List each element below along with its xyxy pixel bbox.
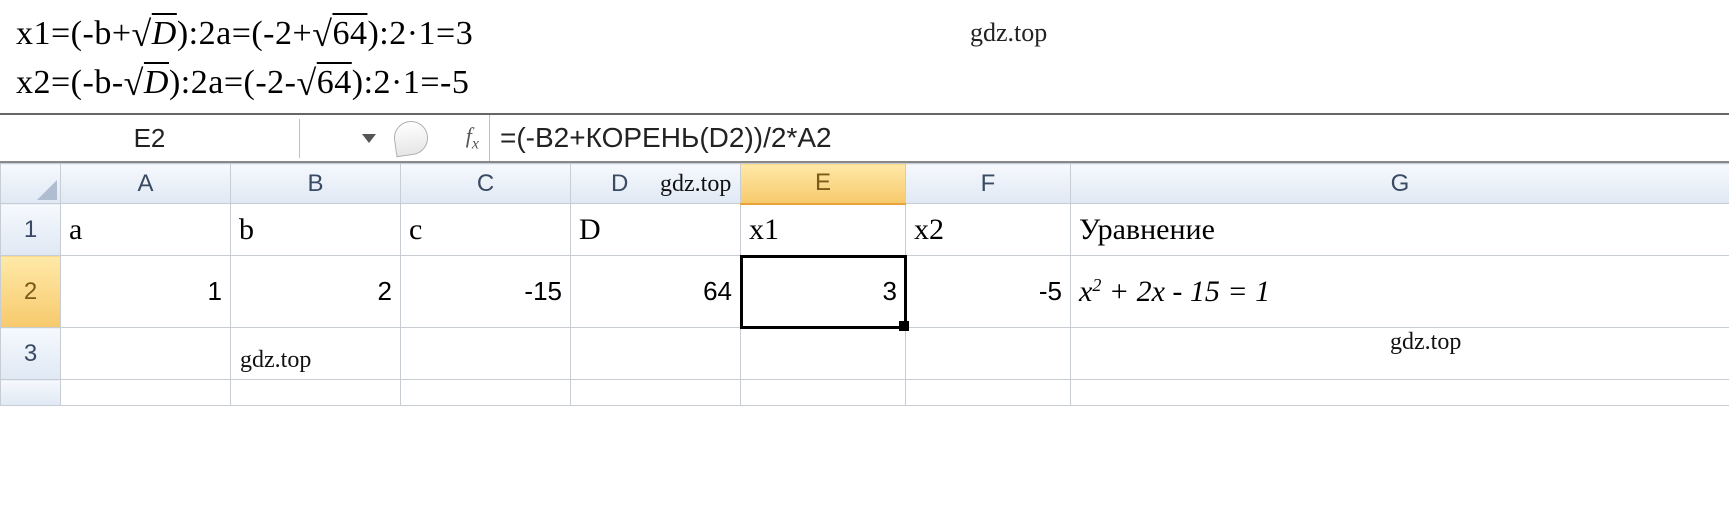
cell-c3[interactable] xyxy=(401,328,571,380)
cell-g2[interactable]: x2 + 2x - 15 = 1 xyxy=(1071,256,1729,328)
cell-c1[interactable]: c xyxy=(401,204,571,256)
cell-d4[interactable] xyxy=(571,380,741,406)
eq2-pre: x2=(-b- xyxy=(16,64,124,101)
cell-f1[interactable]: x2 xyxy=(906,204,1071,256)
cell-a4[interactable] xyxy=(61,380,231,406)
eq2-post: ):2·1=-5 xyxy=(352,64,470,101)
name-box[interactable]: E2 xyxy=(0,119,300,158)
cell-e2-selected[interactable]: 3 xyxy=(741,256,906,328)
cell-f4[interactable] xyxy=(906,380,1071,406)
equation-line-2: x2=(-b-√D):2a=(-2-√64):2·1=-5 xyxy=(16,59,1713,108)
watermark-grid-3: gdz.top xyxy=(1390,329,1461,356)
eq1-post: ):2·1=3 xyxy=(367,15,473,52)
name-box-dropdown-icon[interactable] xyxy=(362,134,376,143)
table-row xyxy=(1,380,1729,406)
col-header-a[interactable]: A xyxy=(61,164,231,204)
cell-g1[interactable]: Уравнение xyxy=(1071,204,1729,256)
cell-b1[interactable]: b xyxy=(231,204,401,256)
watermark-grid-2: gdz.top xyxy=(240,347,311,374)
formula-bar: E2 fx =(-B2+КОРЕНЬ(D2))/2*A2 xyxy=(0,115,1729,163)
col-header-g[interactable]: G xyxy=(1071,164,1729,204)
table-row: 2 1 2 -15 64 3 -5 x2 + 2x - 15 = 1 xyxy=(1,256,1729,328)
equation-block: x1=(-b+√D):2a=(-2+√64):2·1=3 x2=(-b-√D):… xyxy=(0,0,1729,111)
cell-d2[interactable]: 64 xyxy=(571,256,741,328)
cell-f3[interactable] xyxy=(906,328,1071,380)
eq-sq: 2 xyxy=(1092,275,1101,295)
equation-line-1: x1=(-b+√D):2a=(-2+√64):2·1=3 xyxy=(16,10,1713,59)
row-header-4[interactable] xyxy=(1,380,61,406)
watermark-grid-1: gdz.top xyxy=(660,171,731,198)
table-row: 1 a b c D x1 x2 Уравнение xyxy=(1,204,1729,256)
eq1-mid: ):2a=(-2+ xyxy=(177,15,312,52)
col-header-c[interactable]: C xyxy=(401,164,571,204)
watermark-top: gdz.top xyxy=(970,18,1047,48)
insert-function-button[interactable] xyxy=(392,119,430,157)
formula-bar-buttons: fx xyxy=(300,115,490,161)
fx-icon[interactable]: fx xyxy=(446,123,479,153)
cell-d3[interactable] xyxy=(571,328,741,380)
row-header-2[interactable]: 2 xyxy=(1,256,61,328)
cell-d1[interactable]: D xyxy=(571,204,741,256)
spreadsheet-grid-wrap: gdz.top gdz.top gdz.top A B C D E F G 1 … xyxy=(0,163,1729,406)
column-header-row: A B C D E F G xyxy=(1,164,1729,204)
cell-c2[interactable]: -15 xyxy=(401,256,571,328)
row-header-1[interactable]: 1 xyxy=(1,204,61,256)
cell-e1[interactable]: x1 xyxy=(741,204,906,256)
formula-input[interactable]: =(-B2+КОРЕНЬ(D2))/2*A2 xyxy=(490,115,1729,161)
col-header-e[interactable]: E xyxy=(741,164,906,204)
eq-rest: + 2x - 15 = 1 xyxy=(1101,275,1270,308)
select-all-corner[interactable] xyxy=(1,164,61,204)
eq2-mid: ):2a=(-2- xyxy=(169,64,297,101)
cell-b4[interactable] xyxy=(231,380,401,406)
eq2-radicand-64: 64 xyxy=(317,64,352,101)
cell-f2[interactable]: -5 xyxy=(906,256,1071,328)
cell-e3[interactable] xyxy=(741,328,906,380)
cell-a1[interactable]: a xyxy=(61,204,231,256)
col-header-b[interactable]: B xyxy=(231,164,401,204)
col-header-f[interactable]: F xyxy=(906,164,1071,204)
eq1-radicand-d: D xyxy=(152,15,177,52)
eq1-radicand-64: 64 xyxy=(332,15,367,52)
eq1-pre: x1=(-b+ xyxy=(16,15,132,52)
eq2-radicand-d: D xyxy=(144,64,169,101)
cell-e4[interactable] xyxy=(741,380,906,406)
row-header-3[interactable]: 3 xyxy=(1,328,61,380)
eq-x: x xyxy=(1079,275,1092,308)
cell-g4[interactable] xyxy=(1071,380,1729,406)
cell-a3[interactable] xyxy=(61,328,231,380)
cell-e2-value: 3 xyxy=(883,276,897,306)
fill-handle[interactable] xyxy=(899,321,909,331)
cell-a2[interactable]: 1 xyxy=(61,256,231,328)
cell-c4[interactable] xyxy=(401,380,571,406)
select-all-triangle-icon xyxy=(37,180,57,200)
cell-b2[interactable]: 2 xyxy=(231,256,401,328)
